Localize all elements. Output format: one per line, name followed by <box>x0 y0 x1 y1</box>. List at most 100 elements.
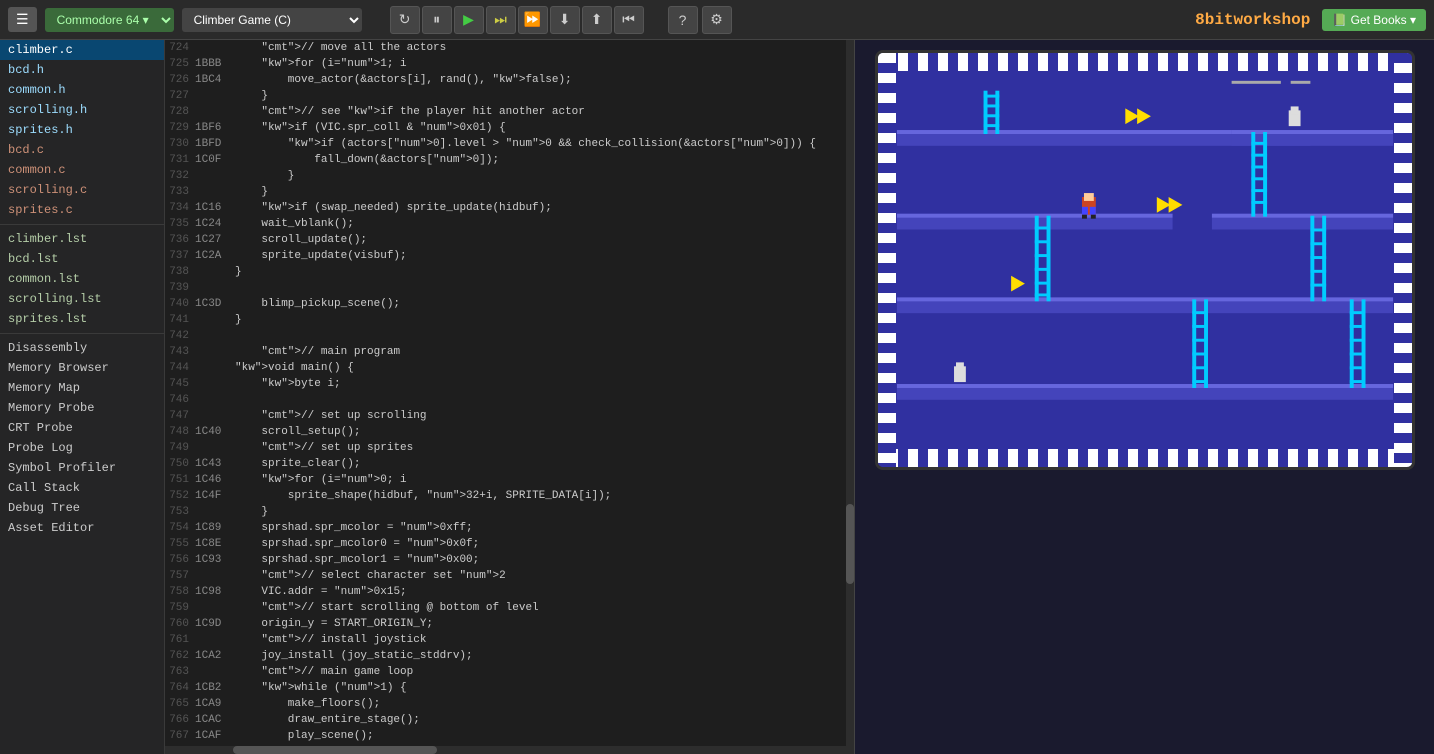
line-number: 757 <box>165 568 195 584</box>
checker-bottom <box>878 449 1412 467</box>
sidebar-item-debug-tree[interactable]: Debug Tree <box>0 498 164 518</box>
line-address <box>195 440 231 456</box>
sidebar-item-common-h[interactable]: common.h <box>0 80 164 100</box>
settings-button[interactable]: ⚙ <box>702 6 732 34</box>
h-scrollbar-thumb[interactable] <box>233 746 437 754</box>
code-line: 7651CA9 make_floors(); <box>165 696 846 712</box>
line-code: scroll_update(); <box>231 232 846 248</box>
line-number: 752 <box>165 488 195 504</box>
line-address <box>195 664 231 680</box>
line-code: "cmt">// main game loop <box>231 664 846 680</box>
game-screen <box>875 50 1415 470</box>
code-line: 727 } <box>165 88 846 104</box>
vertical-scrollbar[interactable] <box>846 40 854 754</box>
sidebar-item-scrolling-h[interactable]: scrolling.h <box>0 100 164 120</box>
line-code: } <box>231 184 846 200</box>
sidebar-item-common-lst[interactable]: common.lst <box>0 269 164 289</box>
line-code: } <box>231 312 846 328</box>
code-line: 7501C43 sprite_clear(); <box>165 456 846 472</box>
code-line: 7641CB2 "kw">while ("num">1) { <box>165 680 846 696</box>
sidebar-item-scrolling-lst[interactable]: scrolling.lst <box>0 289 164 309</box>
sidebar-item-asset-editor[interactable]: Asset Editor <box>0 518 164 538</box>
sidebar-item-probe-log[interactable]: Probe Log <box>0 438 164 458</box>
sidebar-item-crt-probe[interactable]: CRT Probe <box>0 418 164 438</box>
code-line: 746 <box>165 392 846 408</box>
fast-forward-button[interactable]: ⏩ <box>518 6 548 34</box>
help-button[interactable]: ? <box>668 6 698 34</box>
upload-button[interactable]: ⬆ <box>582 6 612 34</box>
line-code: "cmt">// set up scrolling <box>231 408 846 424</box>
code-line: 7341C16 "kw">if (swap_needed) sprite_upd… <box>165 200 846 216</box>
sidebar-item-bcd-c[interactable]: bcd.c <box>0 140 164 160</box>
line-code: } <box>231 264 846 280</box>
line-code <box>231 328 846 344</box>
code-area[interactable]: 724 "cmt">// move all the actors7251BBB … <box>165 40 846 746</box>
line-number: 748 <box>165 424 195 440</box>
line-code: "cmt">// move all the actors <box>231 40 846 56</box>
sidebar-divider-1 <box>0 224 164 225</box>
code-line: 7481C40 scroll_setup(); <box>165 424 846 440</box>
sidebar-item-symbol-profiler[interactable]: Symbol Profiler <box>0 458 164 478</box>
line-number: 742 <box>165 328 195 344</box>
line-code: draw_entire_stage(); <box>231 712 846 728</box>
sidebar-item-disassembly[interactable]: Disassembly <box>0 338 164 358</box>
get-books-button[interactable]: 📗 Get Books ▾ <box>1322 9 1426 31</box>
code-line: 733 } <box>165 184 846 200</box>
line-address: 1C16 <box>195 200 231 216</box>
line-number: 733 <box>165 184 195 200</box>
line-number: 756 <box>165 552 195 568</box>
line-number: 764 <box>165 680 195 696</box>
line-code: "cmt">// see "kw">if the player hit anot… <box>231 104 846 120</box>
sidebar-item-common-c[interactable]: common.c <box>0 160 164 180</box>
line-address: 1C43 <box>195 456 231 472</box>
line-address: 1C0F <box>195 152 231 168</box>
sidebar-item-memory-probe[interactable]: Memory Probe <box>0 398 164 418</box>
line-code: move_actor(&actors[i], rand(), "kw">fals… <box>231 72 846 88</box>
rewind-button[interactable]: ⏮ <box>614 6 644 34</box>
sidebar-item-scrolling-c[interactable]: scrolling.c <box>0 180 164 200</box>
pause-button[interactable]: ⏸ <box>422 6 452 34</box>
platform-dropdown[interactable]: Commodore 64 ▾ <box>45 8 174 32</box>
sidebar-item-climber-c[interactable]: climber.c <box>0 40 164 60</box>
line-number: 746 <box>165 392 195 408</box>
menu-button[interactable]: ☰ <box>8 7 37 32</box>
brand-name: 8bitworkshop <box>1195 11 1310 29</box>
v-scrollbar-thumb[interactable] <box>846 504 854 584</box>
sidebar-divider-2 <box>0 333 164 334</box>
line-number: 739 <box>165 280 195 296</box>
sidebar-item-climber-lst[interactable]: climber.lst <box>0 229 164 249</box>
sidebar-item-sprites-c[interactable]: sprites.c <box>0 200 164 220</box>
sidebar-item-memory-browser[interactable]: Memory Browser <box>0 358 164 378</box>
reload-button[interactable]: ↻ <box>390 6 420 34</box>
sidebar-item-memory-map[interactable]: Memory Map <box>0 378 164 398</box>
sidebar-item-bcd-lst[interactable]: bcd.lst <box>0 249 164 269</box>
line-code: } <box>231 168 846 184</box>
code-line: 739 <box>165 280 846 296</box>
line-number: 725 <box>165 56 195 72</box>
line-address <box>195 168 231 184</box>
line-number: 726 <box>165 72 195 88</box>
project-dropdown[interactable]: Climber Game (C) <box>182 8 362 32</box>
line-address: 1BF6 <box>195 120 231 136</box>
line-number: 727 <box>165 88 195 104</box>
line-number: 734 <box>165 200 195 216</box>
sidebar-item-sprites-lst[interactable]: sprites.lst <box>0 309 164 329</box>
line-number: 766 <box>165 712 195 728</box>
line-address <box>195 568 231 584</box>
code-line: 7561C93 sprshad.spr_mcolor1 = "num">0x00… <box>165 552 846 568</box>
code-line: 753 } <box>165 504 846 520</box>
download-button[interactable]: ⬇ <box>550 6 580 34</box>
line-address <box>195 344 231 360</box>
sidebar-item-bcd-h[interactable]: bcd.h <box>0 60 164 80</box>
sidebar-item-call-stack[interactable]: Call Stack <box>0 478 164 498</box>
sidebar-item-sprites-h[interactable]: sprites.h <box>0 120 164 140</box>
horizontal-scrollbar[interactable] <box>165 746 846 754</box>
step-over-button[interactable]: ⏭ <box>486 6 516 34</box>
line-address: 1C8E <box>195 536 231 552</box>
code-line: 7361C27 scroll_update(); <box>165 232 846 248</box>
code-line: 741} <box>165 312 846 328</box>
code-line: 7661CAC draw_entire_stage(); <box>165 712 846 728</box>
line-code: "cmt">// main program <box>231 344 846 360</box>
line-number: 760 <box>165 616 195 632</box>
play-button[interactable]: ▶ <box>454 6 484 34</box>
